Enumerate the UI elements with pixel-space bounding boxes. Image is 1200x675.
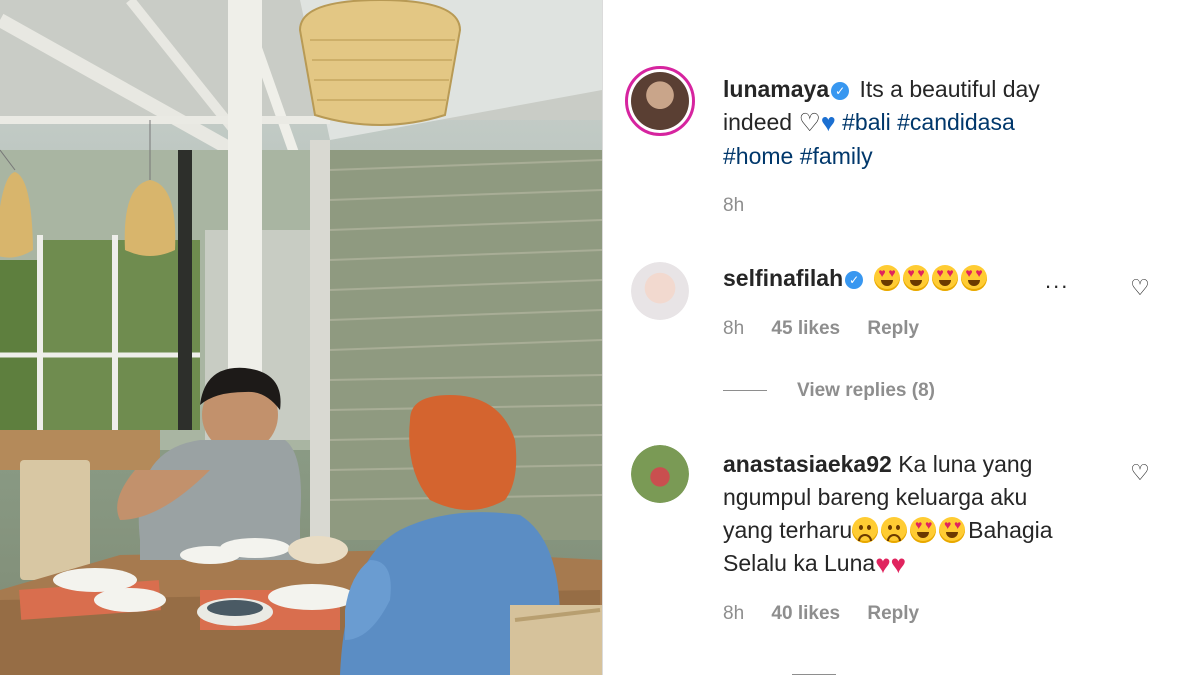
- post-photo[interactable]: [0, 0, 602, 675]
- sad-face-emoji-icon: [881, 517, 908, 543]
- reply-button[interactable]: Reply: [867, 603, 919, 624]
- avatar-image: [631, 262, 689, 320]
- reply-button[interactable]: Reply: [867, 318, 919, 339]
- replies-line: [723, 390, 767, 391]
- white-heart-icon: ♡: [798, 109, 821, 137]
- heart-eyes-emoji-icon: [960, 265, 987, 291]
- comment-likes[interactable]: 40 likes: [771, 603, 840, 624]
- comment-time: 8h: [723, 318, 745, 339]
- cut-off-view-replies: [792, 664, 866, 675]
- comment-username[interactable]: selfinafilah: [723, 265, 843, 291]
- verified-icon: ✓: [831, 82, 850, 100]
- comment-text: anastasiaeka92 Ka luna yang ngumpul bare…: [723, 448, 1123, 581]
- comment-avatar-selfinafilah[interactable]: [631, 262, 689, 320]
- caption-username[interactable]: lunamaya: [723, 76, 829, 102]
- heart-eyes-emoji-icon: [939, 517, 966, 543]
- comment-line1: Ka luna yang: [898, 451, 1033, 477]
- red-heart-icon: ♥: [890, 549, 907, 579]
- photo-illustration: [0, 0, 602, 675]
- comment-meta: 8h 40 likes Reply: [723, 603, 941, 625]
- heart-eyes-emoji-icon: [873, 265, 900, 291]
- comment-line2: ngumpul bareng keluarga aku: [723, 484, 1028, 510]
- comment-text: selfinafilah ✓: [723, 262, 990, 295]
- comment-line4: Selalu ka Luna: [723, 550, 876, 576]
- caption-time: 8h: [723, 195, 745, 216]
- blue-heart-icon: ♥: [820, 109, 836, 137]
- caption-line2: indeed: [723, 109, 793, 135]
- caption-hashtags-line3[interactable]: #home #family: [723, 143, 873, 169]
- view-replies-button[interactable]: View replies (8): [723, 380, 935, 402]
- view-replies-label: View replies (8): [797, 380, 935, 401]
- like-comment-icon[interactable]: ♡: [1127, 275, 1153, 301]
- caption-avatar[interactable]: [625, 66, 695, 136]
- comment-line3: yang terharu: [723, 517, 853, 543]
- comment-meta: 8h 45 likes Reply: [723, 318, 941, 340]
- comments-panel: lunamaya ✓ Its a beautiful day indeed ♡♥ …: [603, 0, 1200, 675]
- verified-icon: ✓: [845, 271, 864, 289]
- caption-meta: 8h: [723, 195, 766, 217]
- comment-time: 8h: [723, 603, 745, 624]
- comment-username[interactable]: anastasiaeka92: [723, 451, 892, 477]
- avatar-image: [631, 72, 689, 130]
- sad-face-emoji-icon: [852, 517, 879, 543]
- like-comment-icon[interactable]: ♡: [1127, 460, 1153, 486]
- caption-hashtags-line2[interactable]: #bali #candidasa: [842, 109, 1015, 135]
- avatar-image: [631, 445, 689, 503]
- heart-eyes-emoji-icon: [910, 517, 937, 543]
- comment-avatar-anastasiaeka92[interactable]: [631, 445, 689, 503]
- heart-eyes-emoji-icon: [902, 265, 929, 291]
- caption-line1: Its a beautiful day: [859, 76, 1040, 102]
- more-options-button[interactable]: ...: [1045, 268, 1069, 294]
- caption-text: lunamaya ✓ Its a beautiful day indeed ♡♥ …: [723, 73, 1183, 173]
- comment-likes[interactable]: 45 likes: [771, 318, 840, 339]
- red-heart-icon: ♥: [875, 549, 891, 579]
- comment-line3-suffix: Bahagia: [968, 517, 1053, 543]
- heart-eyes-emoji-icon: [931, 265, 958, 291]
